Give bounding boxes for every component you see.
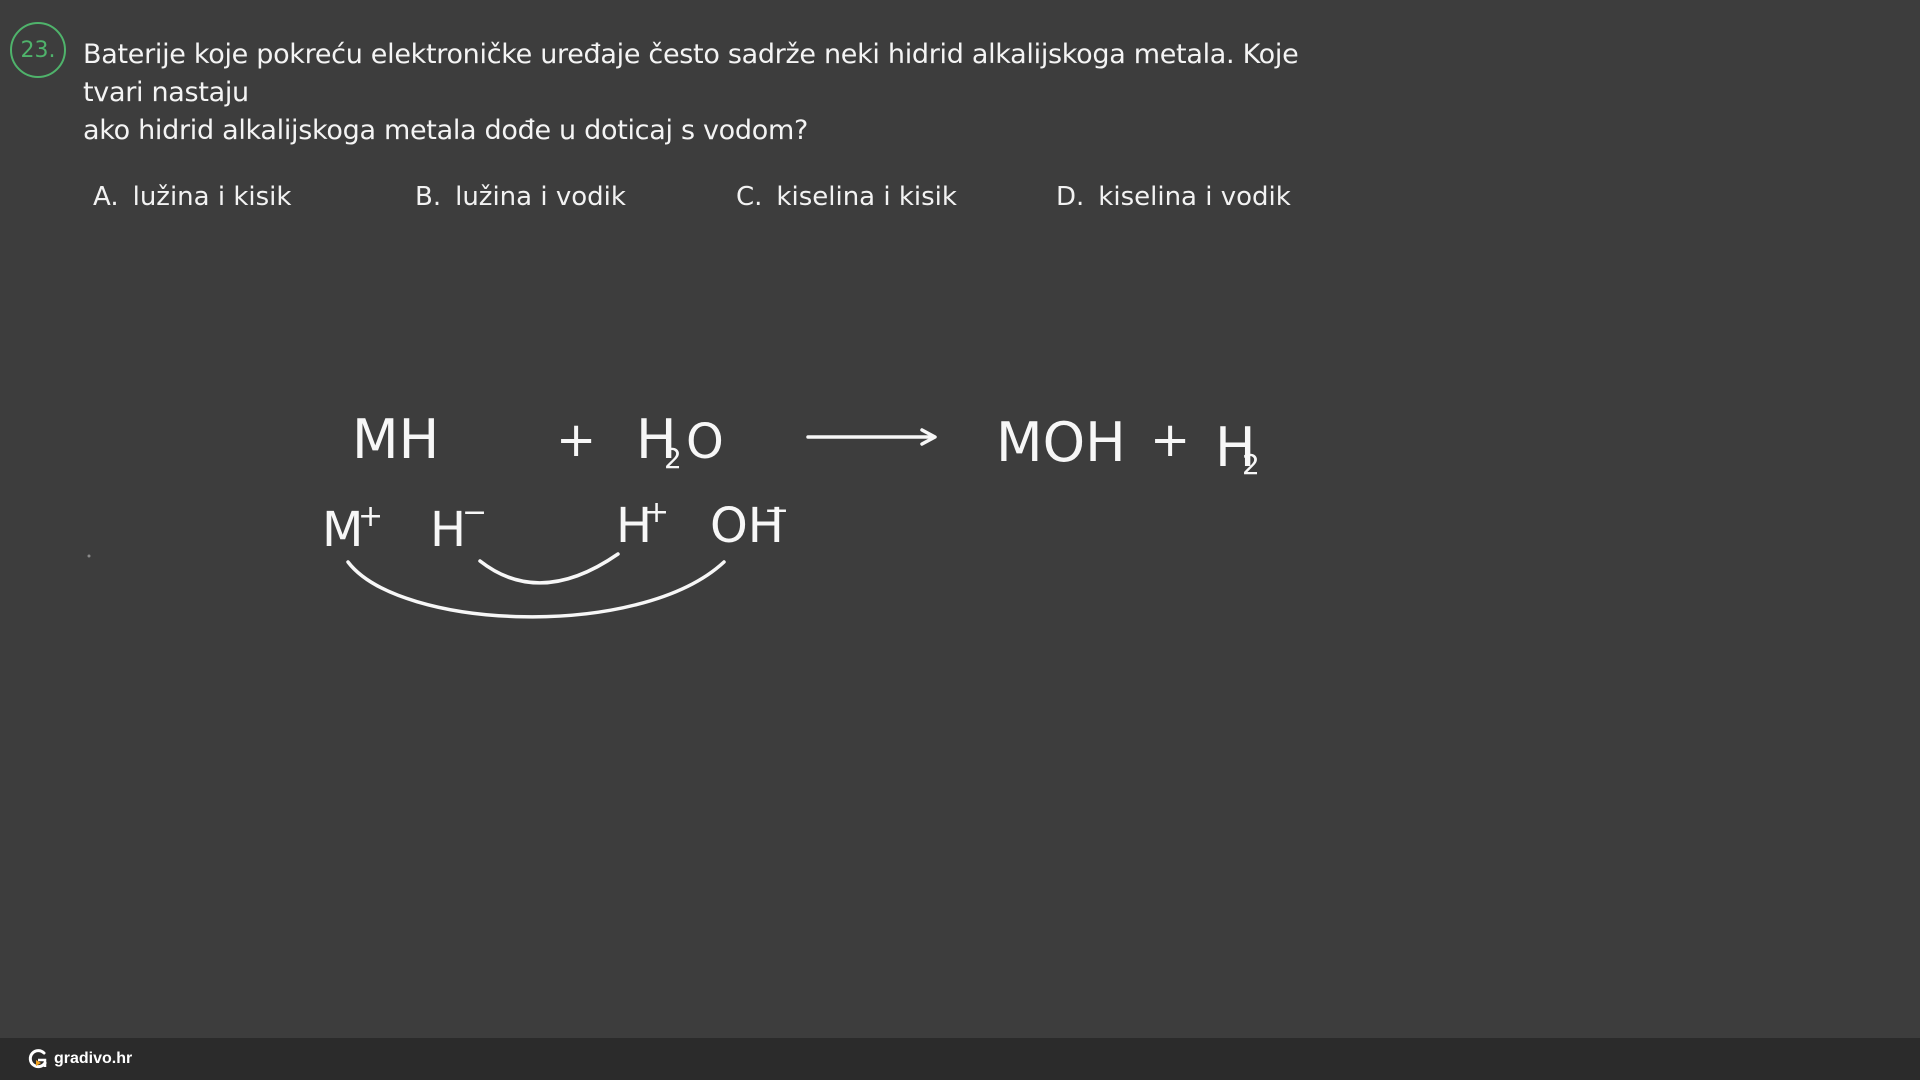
handwritten-equation: MH + H 2 O MOH + H 2 M + H − H + OH − xyxy=(87,408,1260,619)
stray-dot xyxy=(87,554,91,558)
whiteboard-canvas: 23. Baterije koje pokreću elektroničke u… xyxy=(0,0,1920,1080)
reactant-water-subscript: 2 xyxy=(664,442,682,475)
ion-proton-charge: + xyxy=(644,495,669,530)
gradivo-logo-icon xyxy=(28,1049,47,1069)
product-moh: MOH xyxy=(996,411,1126,474)
ion-hydride: H xyxy=(430,502,466,558)
bond-curve-outer xyxy=(346,560,726,619)
ion-hydride-charge: − xyxy=(462,495,487,530)
footer-bar: gradivo.hr xyxy=(0,1038,1920,1080)
footer-logo[interactable]: gradivo.hr xyxy=(28,1048,132,1070)
plus-sign-2: + xyxy=(1150,412,1190,468)
product-hydrogen-subscript: 2 xyxy=(1242,448,1260,481)
footer-brand-text: gradivo.hr xyxy=(54,1050,133,1067)
reactant-mh: MH xyxy=(352,408,439,471)
bond-curve-inner xyxy=(478,552,620,585)
plus-sign-1: + xyxy=(556,412,596,468)
reactant-water-o: O xyxy=(686,414,724,470)
ion-hydroxide-charge: − xyxy=(764,493,789,528)
ion-metal-charge: + xyxy=(358,499,383,534)
